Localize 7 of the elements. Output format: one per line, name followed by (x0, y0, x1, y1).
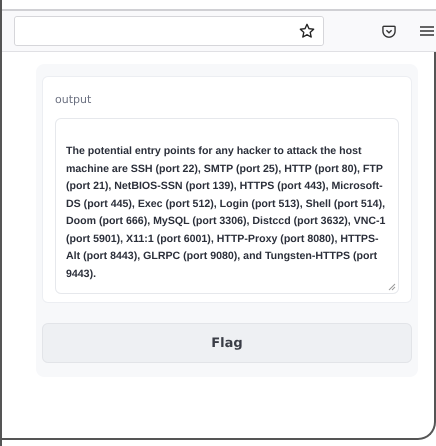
output-textarea[interactable]: The potential entry points for any hacker to attack the host machine are SSH (port 22), SMTP (port 25), HTTP (port 80), FTP (port 21), NetBIOS-SSN (port 139), HTTPS (port 443), Microsoft-DS (port 445), Exec (port 512), Login (port 513), Shell (port 514), Doom (port 666), MySQL (port 3306), Distccd (port 3632), VNC-1 (port 5901), X11:1 (port 6001), HTTP-Proxy (port 8080), HTTPS-Alt (port 8443), GLRPC (port 9080), and Tungsten-HTTPS (port 9443). (55, 118, 399, 294)
flag-button[interactable]: Flag (42, 323, 412, 363)
pocket-icon[interactable] (382, 24, 396, 38)
star-icon[interactable] (299, 23, 315, 39)
resize-grip-icon[interactable] (388, 283, 396, 291)
menu-icon[interactable] (420, 25, 434, 37)
output-label: output (55, 93, 92, 106)
